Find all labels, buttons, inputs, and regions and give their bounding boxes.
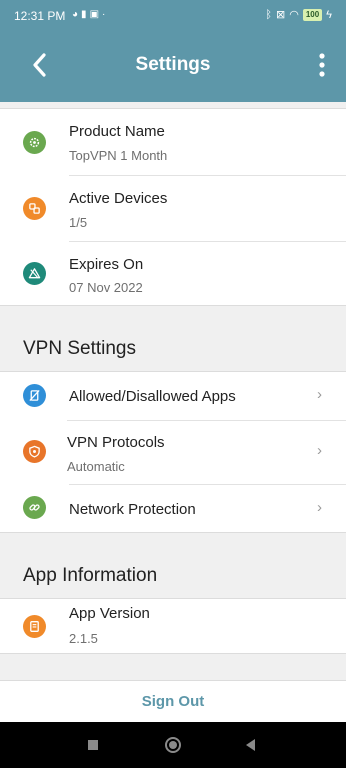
pinwheel-icon: ◕ bbox=[72, 9, 82, 20]
row-subtitle: 1/5 bbox=[69, 215, 88, 230]
app-information-card: App Version 2.1.5 bbox=[0, 598, 346, 654]
shield-icon bbox=[23, 440, 46, 463]
sim-off-icon: ⊠ bbox=[275, 9, 286, 21]
row-title: Allowed/Disallowed Apps bbox=[69, 388, 236, 405]
chevron-right-icon: › bbox=[317, 442, 322, 459]
sign-out-button[interactable]: Sign Out bbox=[0, 680, 346, 722]
row-subtitle: Automatic bbox=[67, 459, 125, 474]
section-title: VPN Settings bbox=[23, 338, 136, 359]
row-title: Expires On bbox=[69, 256, 144, 273]
back-nav-button[interactable] bbox=[242, 736, 260, 754]
link-icon bbox=[23, 496, 46, 519]
app-information-header: App Information bbox=[0, 533, 346, 598]
expiry-icon bbox=[23, 262, 46, 285]
row-title: Active Devices bbox=[69, 190, 168, 207]
system-icons: ᛒ ⊠ ◠ 100 ϟ bbox=[265, 8, 332, 21]
row-title: Product Name bbox=[69, 123, 165, 140]
square-icon bbox=[88, 740, 98, 750]
row-subtitle: 07 Nov 2022 bbox=[69, 280, 143, 295]
row-title: App Version bbox=[69, 605, 150, 622]
row-subtitle: 2.1.5 bbox=[69, 631, 98, 646]
status-time: 12:31 PM bbox=[14, 9, 66, 23]
gear-badge-icon bbox=[23, 131, 46, 154]
row-title: Network Protection bbox=[69, 501, 196, 518]
apps-icon bbox=[23, 384, 46, 407]
account-card: Product Name TopVPN 1 Month Active Devic… bbox=[0, 108, 346, 306]
product-name-row: Product Name TopVPN 1 Month bbox=[0, 109, 346, 175]
active-devices-row: Active Devices 1/5 bbox=[0, 175, 346, 241]
settings-content[interactable]: Product Name TopVPN 1 Month Active Devic… bbox=[0, 102, 346, 722]
notification-icons: ◕▮▣· bbox=[72, 9, 108, 20]
chevron-right-icon: › bbox=[317, 499, 322, 516]
battery-icon: 100 bbox=[302, 8, 323, 21]
system-nav-bar bbox=[0, 722, 346, 768]
network-protection-row[interactable]: Network Protection › bbox=[0, 484, 346, 532]
trash-icon: ▮ bbox=[81, 9, 90, 20]
row-title: VPN Protocols bbox=[67, 434, 165, 451]
app-version-row: App Version 2.1.5 bbox=[0, 599, 346, 653]
vpn-protocols-row[interactable]: VPN Protocols Automatic › bbox=[0, 420, 346, 484]
vpn-settings-header: VPN Settings bbox=[0, 306, 346, 371]
app-header: Settings bbox=[0, 32, 346, 102]
vpn-settings-card: Allowed/Disallowed Apps › VPN Protocols … bbox=[0, 371, 346, 533]
dot-icon: · bbox=[102, 9, 109, 20]
home-button[interactable] bbox=[164, 736, 182, 754]
devices-icon bbox=[23, 197, 46, 220]
allowed-apps-row[interactable]: Allowed/Disallowed Apps › bbox=[0, 372, 346, 420]
chevron-right-icon: › bbox=[317, 386, 322, 403]
upload-icon: ▣ bbox=[89, 9, 103, 20]
recents-button[interactable] bbox=[84, 736, 102, 754]
circle-icon bbox=[165, 737, 181, 753]
back-button[interactable] bbox=[26, 50, 56, 80]
more-options-button[interactable] bbox=[314, 52, 330, 78]
charging-icon: ϟ bbox=[326, 8, 332, 21]
document-icon bbox=[23, 615, 46, 638]
expires-on-row: Expires On 07 Nov 2022 bbox=[0, 241, 346, 305]
triangle-back-icon bbox=[246, 739, 255, 751]
row-subtitle: TopVPN 1 Month bbox=[69, 148, 168, 163]
bluetooth-icon: ᛒ bbox=[265, 8, 272, 21]
section-title: App Information bbox=[23, 565, 158, 586]
status-bar: 12:31 PM ◕▮▣· ᛒ ⊠ ◠ 100 ϟ bbox=[0, 0, 346, 32]
wifi-icon: ◠ bbox=[289, 9, 299, 21]
chevron-left-icon bbox=[33, 53, 46, 77]
more-vertical-icon bbox=[319, 53, 325, 77]
